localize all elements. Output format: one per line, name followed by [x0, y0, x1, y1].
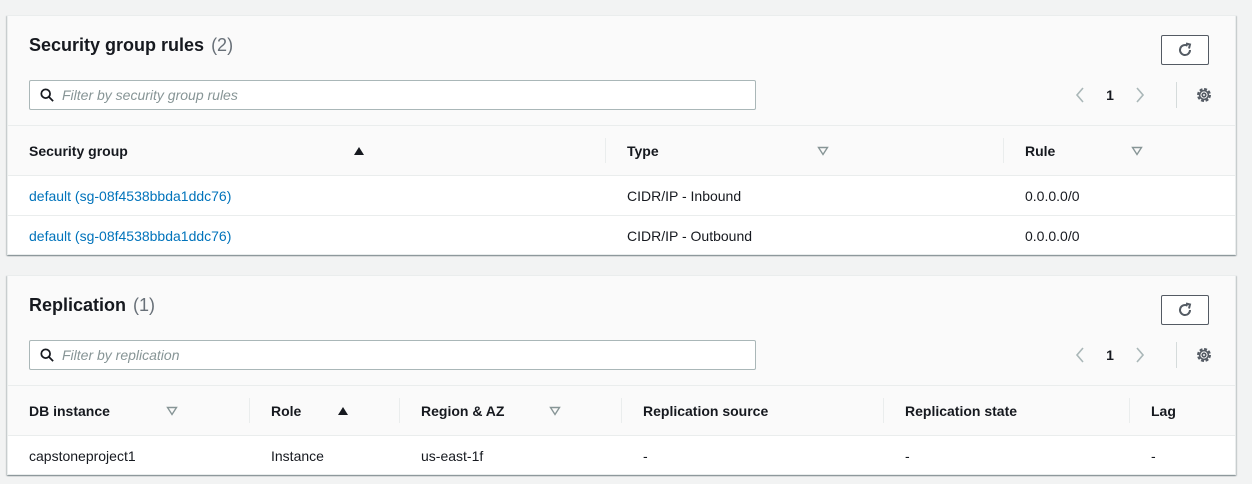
search-input[interactable] [62, 347, 702, 363]
table-row: default (sg-08f4538bbda1ddc76) CIDR/IP -… [8, 215, 1235, 256]
panel-title: Security group rules (2) [29, 35, 233, 56]
chevron-right-icon [1136, 347, 1145, 363]
refresh-button[interactable] [1161, 35, 1209, 65]
refresh-icon [1179, 42, 1192, 56]
chevron-left-icon [1075, 347, 1084, 363]
column-header-role[interactable]: Role [250, 386, 400, 436]
search-icon [40, 88, 54, 102]
panel-title-count: (2) [211, 35, 234, 55]
column-label: Lag [1151, 402, 1176, 419]
preferences-button[interactable] [1194, 85, 1214, 105]
cell-rule: 0.0.0.0/0 [1025, 187, 1080, 204]
security-group-link[interactable]: default (sg-08f4538bbda1ddc76) [29, 188, 231, 204]
pager-divider [1176, 82, 1177, 108]
security-group-table: Security group Type Rule default (sg-08f… [8, 126, 1235, 256]
search-icon [40, 348, 54, 362]
refresh-button[interactable] [1161, 295, 1209, 325]
sort-unsorted-icon [549, 406, 562, 416]
column-label: Replication source [643, 402, 769, 419]
search-input[interactable] [62, 87, 702, 103]
pagination: 1 [1071, 346, 1149, 364]
sort-unsorted-icon [166, 406, 178, 416]
cell-type: CIDR/IP - Inbound [627, 187, 742, 204]
panel-header: Replication (1) 1 [8, 276, 1235, 386]
panel-title-text: Security group rules [29, 35, 205, 55]
column-label: DB instance [29, 402, 110, 419]
pager-divider [1176, 342, 1177, 368]
cell-lag: - [1151, 447, 1156, 464]
pagination: 1 [1071, 86, 1149, 104]
column-header-replication-state: Replication state [884, 386, 1130, 436]
cell-security-group: default (sg-08f4538bbda1ddc76) [8, 176, 606, 216]
gear-icon [1197, 88, 1211, 102]
cell-role: Instance [271, 447, 324, 464]
column-label: Rule [1025, 142, 1056, 159]
next-page-button[interactable] [1131, 86, 1149, 104]
cell-security-group: default (sg-08f4538bbda1ddc76) [8, 215, 606, 256]
security-group-rules-panel: Security group rules (2) 1 [7, 15, 1236, 256]
search-filter[interactable] [29, 80, 756, 110]
cell-replication-state: - [905, 447, 910, 464]
prev-page-button[interactable] [1071, 86, 1089, 104]
panel-title: Replication (1) [29, 295, 155, 316]
column-header-rule[interactable]: Rule [1004, 126, 1235, 176]
cell-rule: 0.0.0.0/0 [1004, 215, 1235, 256]
column-header-type[interactable]: Type [606, 126, 1004, 176]
prev-page-button[interactable] [1071, 346, 1089, 364]
replication-table: DB instance Role Region & AZ Replication… [8, 386, 1235, 476]
column-header-db-instance[interactable]: DB instance [8, 386, 250, 436]
panel-title-text: Replication [29, 295, 127, 315]
chevron-right-icon [1136, 87, 1145, 103]
column-header-security-group[interactable]: Security group [8, 126, 606, 176]
column-label: Region & AZ [421, 402, 505, 419]
column-header-lag: Lag [1130, 386, 1235, 436]
chevron-left-icon [1075, 87, 1084, 103]
refresh-icon [1179, 302, 1192, 316]
sort-unsorted-icon [1131, 146, 1143, 156]
column-header-replication-source: Replication source [622, 386, 884, 436]
security-group-link[interactable]: default (sg-08f4538bbda1ddc76) [29, 228, 231, 244]
current-page[interactable]: 1 [1089, 347, 1131, 363]
search-filter[interactable] [29, 340, 756, 370]
table-row: capstoneproject1 Instance us-east-1f - -… [8, 436, 1235, 476]
current-page[interactable]: 1 [1089, 87, 1131, 103]
sort-unsorted-icon [817, 146, 830, 156]
gear-icon [1197, 348, 1211, 362]
cell-region-az: us-east-1f [421, 447, 484, 464]
column-label: Type [627, 142, 659, 159]
column-label: Replication state [905, 402, 1018, 419]
sort-ascending-icon [337, 406, 348, 415]
panel-header: Security group rules (2) 1 [8, 16, 1235, 126]
column-header-region-az[interactable]: Region & AZ [400, 386, 622, 436]
replication-panel: Replication (1) 1 [7, 275, 1236, 475]
column-label: Role [271, 402, 302, 419]
cell-type: CIDR/IP - Outbound [606, 215, 1004, 256]
table-row: default (sg-08f4538bbda1ddc76) CIDR/IP -… [8, 176, 1235, 216]
next-page-button[interactable] [1131, 346, 1149, 364]
cell-replication-source: - [643, 447, 648, 464]
sort-ascending-icon [353, 146, 364, 155]
cell-db-instance: capstoneproject1 [29, 447, 136, 464]
column-label: Security group [29, 142, 128, 159]
panel-title-count: (1) [133, 295, 156, 315]
preferences-button[interactable] [1194, 345, 1214, 365]
